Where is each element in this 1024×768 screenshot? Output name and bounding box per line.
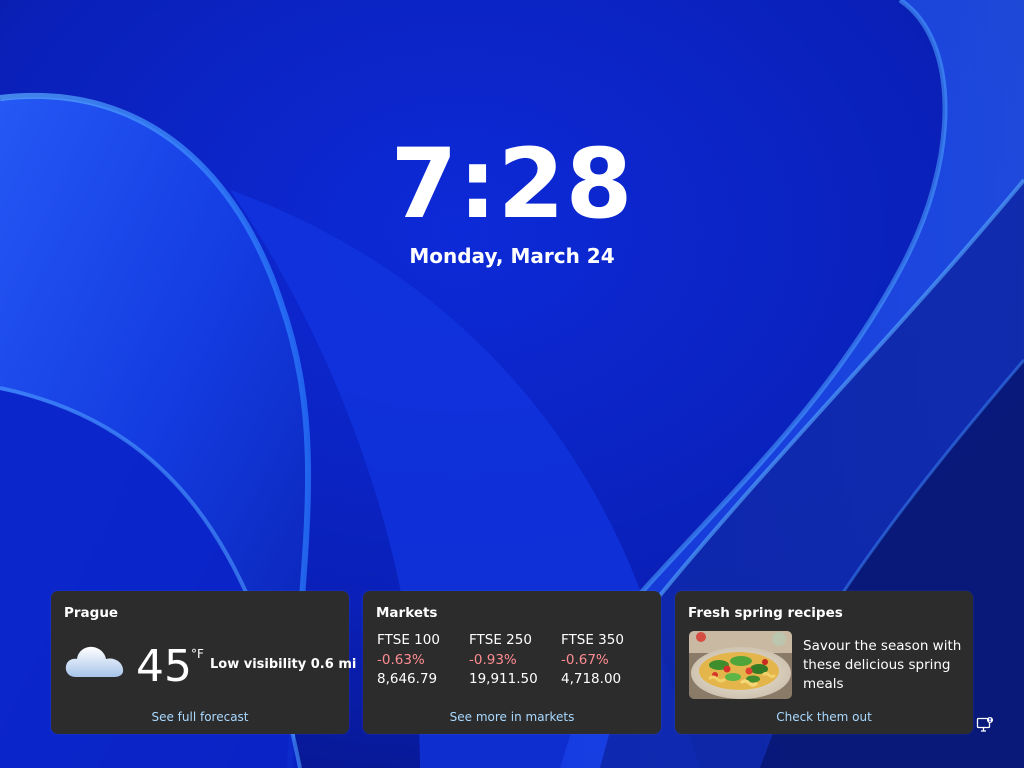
- market-change: -0.67%: [561, 651, 609, 668]
- recipe-description: Savour the season with these delicious s…: [803, 638, 962, 692]
- temperature-unit: °F: [191, 647, 204, 661]
- markets-title: Markets: [376, 605, 438, 621]
- weather-location: Prague: [64, 605, 119, 621]
- market-name: FTSE 100: [377, 632, 440, 648]
- cloud-icon: [65, 646, 124, 677]
- market-value: 8,646.79: [377, 671, 438, 687]
- weather-widget[interactable]: Prague 45 °F Low visibility 0.6 mi See f…: [51, 591, 356, 734]
- network-icon[interactable]: [976, 716, 994, 734]
- temperature-value: 45: [136, 641, 192, 692]
- markets-widget[interactable]: Markets FTSE 100 -0.63% 8,646.79 FTSE 25…: [363, 591, 661, 734]
- see-more-in-markets-link[interactable]: See more in markets: [363, 710, 661, 724]
- lock-screen-clock: 7:28: [390, 128, 634, 240]
- recipes-title: Fresh spring recipes: [688, 605, 843, 621]
- pasta-salad-image: [689, 631, 792, 699]
- market-item-ftse-100[interactable]: FTSE 100 -0.63% 8,646.79: [377, 631, 440, 690]
- market-item-ftse-250[interactable]: FTSE 250 -0.93% 19,911.50: [469, 631, 538, 690]
- market-name: FTSE 250: [469, 632, 532, 648]
- market-item-ftse-350[interactable]: FTSE 350 -0.67% 4,718.00: [561, 631, 624, 690]
- market-change: -0.63%: [377, 651, 425, 668]
- market-value: 19,911.50: [469, 671, 538, 687]
- weather-condition: Low visibility 0.6 mi: [210, 657, 357, 672]
- recipes-widget[interactable]: Fresh spring recipes Savour the season w: [675, 591, 973, 734]
- see-full-forecast-link[interactable]: See full forecast: [51, 710, 349, 724]
- market-value: 4,718.00: [561, 671, 622, 687]
- check-them-out-link[interactable]: Check them out: [675, 710, 973, 724]
- lock-screen-date: Monday, March 24: [409, 244, 615, 268]
- market-name: FTSE 350: [561, 632, 624, 648]
- market-change: -0.93%: [469, 651, 517, 668]
